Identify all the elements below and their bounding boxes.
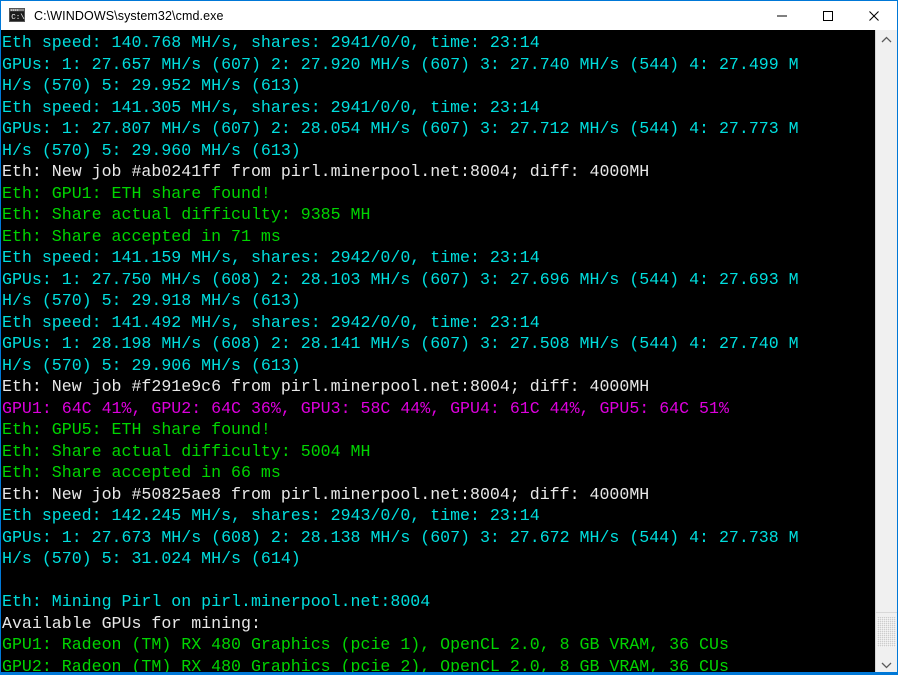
vertical-scrollbar[interactable] (875, 30, 897, 674)
console-line: Eth: Share accepted in 71 ms (2, 226, 281, 246)
console-line: Eth speed: 140.768 MH/s, shares: 2941/0/… (2, 33, 540, 52)
console-line: Eth speed: 142.245 MH/s, shares: 2943/0/… (2, 506, 540, 525)
console-line: GPUs: 1: 27.657 MH/s (607) 2: 27.920 MH/… (2, 54, 799, 74)
svg-text:C:\: C:\ (11, 14, 25, 22)
console-line: Eth speed: 141.159 MH/s, shares: 2942/0/… (2, 248, 540, 267)
console-line: Eth: New job #50825ae8 from pirl.minerpo… (2, 484, 650, 504)
window-title-text: C:\WINDOWS\system32\cmd.exe (34, 8, 224, 23)
scrollbar-track[interactable] (876, 49, 897, 655)
console-line: GPU1: Radeon (TM) RX 480 Graphics (pcie … (2, 635, 729, 654)
scroll-up-arrow-icon[interactable] (876, 30, 897, 49)
console-line: H/s (570) 5: 29.952 MH/s (613) (2, 76, 301, 95)
console-line: H/s (570) 5: 31.024 MH/s (614) (2, 549, 301, 568)
console-line: GPU1: 64C 41%, GPU2: 64C 36%, GPU3: 58C … (2, 398, 729, 418)
console-line: GPUs: 1: 27.750 MH/s (608) 2: 28.103 MH/… (2, 269, 799, 289)
console-line: H/s (570) 5: 29.960 MH/s (613) (2, 140, 301, 160)
console-line: GPUs: 1: 27.673 MH/s (608) 2: 28.138 MH/… (2, 527, 799, 547)
console-line: Available GPUs for mining: (2, 613, 261, 633)
console-line: Eth speed: 141.305 MH/s, shares: 2941/0/… (2, 97, 540, 117)
console-line-list: Eth speed: 140.768 MH/s, shares: 2941/0/… (2, 32, 799, 674)
console-line: Eth: GPU5: ETH share found! (2, 420, 271, 439)
console-line: Eth: Share accepted in 66 ms (2, 463, 281, 482)
minimize-button[interactable] (759, 2, 805, 30)
maximize-button[interactable] (805, 2, 851, 30)
cmd-console-icon: C:\ (9, 7, 26, 24)
cmd-window: C:\ C:\WINDOWS\system32\cmd.exe Eth spee… (0, 0, 898, 675)
console-line: Eth speed: 141.492 MH/s, shares: 2942/0/… (2, 312, 540, 332)
scrollbar-thumb[interactable] (877, 617, 896, 647)
console-line: Eth: New job #f291e9c6 from pirl.minerpo… (2, 377, 650, 396)
console-line: GPUs: 1: 28.198 MH/s (608) 2: 28.141 MH/… (2, 334, 799, 353)
console-line: Eth: Share actual difficulty: 9385 MH (2, 205, 371, 224)
console-line: GPUs: 1: 27.807 MH/s (607) 2: 28.054 MH/… (2, 119, 799, 138)
console-line: Eth: New job #ab0241ff from pirl.minerpo… (2, 162, 650, 181)
console-line: H/s (570) 5: 29.918 MH/s (613) (2, 291, 301, 310)
window-bottom-accent (1, 672, 897, 674)
console-line: Eth: Share actual difficulty: 5004 MH (2, 441, 371, 461)
close-button[interactable] (851, 2, 897, 30)
console-line: Eth: Mining Pirl on pirl.minerpool.net:8… (2, 592, 431, 611)
console-output-area[interactable]: Eth speed: 140.768 MH/s, shares: 2941/0/… (1, 30, 875, 674)
scrollbar-separator (876, 612, 897, 613)
console-line: H/s (570) 5: 29.906 MH/s (613) (2, 355, 301, 375)
console-line: Eth: GPU1: ETH share found! (2, 183, 271, 203)
window-title-bar[interactable]: C:\ C:\WINDOWS\system32\cmd.exe (1, 1, 897, 30)
